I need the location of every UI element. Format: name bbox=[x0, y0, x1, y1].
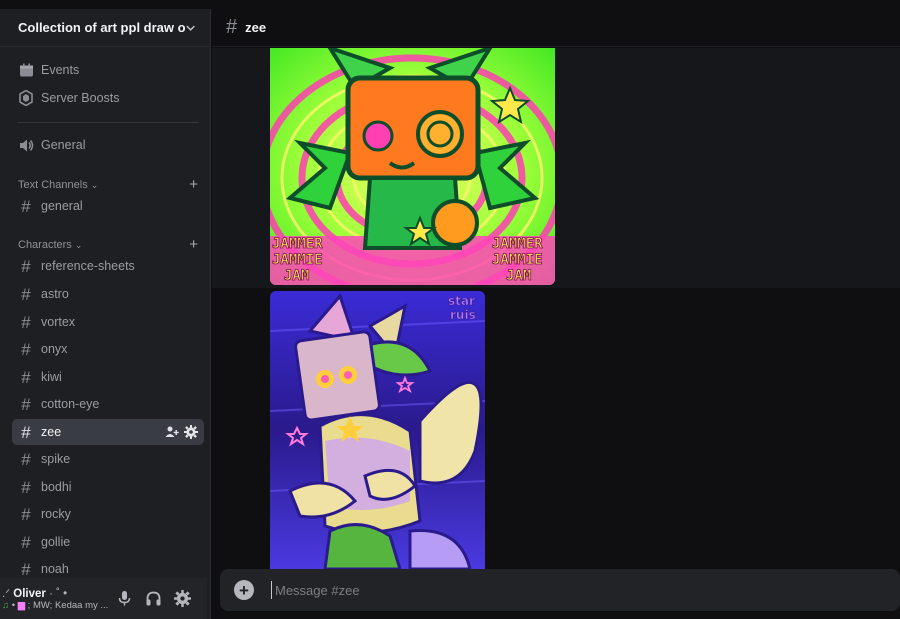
hashtag-icon: # bbox=[21, 449, 31, 469]
server-name: Collection of art ppl draw o... bbox=[18, 20, 185, 35]
hashtag-icon: # bbox=[21, 504, 31, 524]
category-label: Text Channels ⌄ bbox=[18, 178, 99, 191]
speaker-icon bbox=[18, 137, 34, 153]
channel-label: general bbox=[41, 199, 83, 213]
chevron-down-icon: ⌄ bbox=[74, 239, 83, 250]
cake-icon: ▆ bbox=[17, 600, 26, 611]
add-attachment-plus-icon[interactable]: + bbox=[234, 580, 254, 600]
channel-label: onyx bbox=[41, 342, 68, 356]
channel-label: vortex bbox=[41, 315, 76, 329]
message-composer: + bbox=[220, 569, 900, 611]
fursona-artwork-jammer: JAMMER JAMMIE JAM JAMMER JAMMIE JAM bbox=[270, 48, 555, 285]
channel-label: bodhi bbox=[41, 480, 72, 494]
chevron-down-icon: ⌄ bbox=[90, 179, 99, 190]
server-boosts-item[interactable]: Server Boosts bbox=[12, 85, 204, 111]
category-characters[interactable]: Characters ⌄ + bbox=[18, 236, 198, 253]
channel-reference-sheets[interactable]: # reference-sheets bbox=[12, 253, 204, 279]
discord-app: Collection of art ppl draw o... Events S… bbox=[0, 0, 900, 619]
channel-label: spike bbox=[41, 452, 71, 466]
microphone-icon[interactable] bbox=[116, 590, 133, 607]
hashtag-icon: # bbox=[226, 16, 238, 38]
gear-icon[interactable] bbox=[184, 425, 198, 439]
channel-actions bbox=[165, 425, 204, 439]
voice-channel-label: General bbox=[41, 138, 86, 152]
top-strip bbox=[0, 0, 900, 9]
channel-label: gollie bbox=[41, 535, 71, 549]
channel-header: # zee bbox=[212, 9, 900, 47]
art-text-left-2: JAMMIE bbox=[272, 252, 323, 268]
channel-general[interactable]: # general bbox=[12, 193, 204, 219]
channel-onyx[interactable]: # onyx bbox=[12, 336, 204, 362]
channel-label: cotton-eye bbox=[41, 397, 100, 411]
hashtag-icon: # bbox=[21, 394, 31, 414]
channel-vortex[interactable]: # vortex bbox=[12, 309, 204, 335]
art-signature-line1: star bbox=[448, 294, 475, 308]
hashtag-icon: # bbox=[21, 559, 31, 579]
art-text-right-1: JAMMER bbox=[492, 236, 543, 252]
channel-label: astro bbox=[41, 287, 69, 301]
user-status: ♫ • ▆ ; MW; Kedaa my ... bbox=[2, 600, 109, 611]
chevron-down-icon bbox=[186, 25, 195, 31]
user-controls bbox=[116, 590, 191, 607]
hashtag-icon: # bbox=[21, 256, 31, 276]
channel-cotton-eye[interactable]: # cotton-eye bbox=[12, 391, 204, 417]
boost-gem-icon bbox=[18, 90, 34, 106]
image-attachment-2[interactable]: star ruis bbox=[270, 291, 485, 569]
channel-kiwi[interactable]: # kiwi bbox=[12, 364, 204, 390]
fursona-artwork-zee: star ruis bbox=[270, 291, 485, 569]
user-info[interactable]: .ᐟ Oliver · ˚ • ♫ • ▆ ; MW; Kedaa my ... bbox=[0, 586, 110, 611]
hashtag-icon: # bbox=[21, 312, 31, 332]
channel-label: rocky bbox=[41, 507, 71, 521]
user-name: .ᐟ Oliver · ˚ • bbox=[2, 588, 68, 600]
events-label: Events bbox=[41, 63, 80, 77]
channel-zee[interactable]: # zee bbox=[12, 419, 204, 445]
hashtag-icon: # bbox=[21, 339, 31, 359]
invite-icon[interactable] bbox=[165, 425, 179, 439]
channel-label: reference-sheets bbox=[41, 259, 135, 273]
sidebar-divider bbox=[18, 122, 199, 123]
message-input[interactable] bbox=[271, 581, 900, 599]
category-label: Characters ⌄ bbox=[18, 238, 83, 251]
channel-label: kiwi bbox=[41, 370, 62, 384]
message-list[interactable]: JAMMER JAMMIE JAM JAMMER JAMMIE JAM star… bbox=[212, 48, 900, 569]
art-text-left-1: JAMMER bbox=[272, 236, 323, 252]
voice-channel-general[interactable]: General bbox=[12, 132, 204, 158]
hashtag-icon: # bbox=[21, 196, 31, 216]
channel-label: noah bbox=[41, 562, 69, 576]
channel-bodhi[interactable]: # bodhi bbox=[12, 474, 204, 500]
category-text-channels[interactable]: Text Channels ⌄ + bbox=[18, 176, 198, 193]
channel-rocky[interactable]: # rocky bbox=[12, 501, 204, 527]
hashtag-icon: # bbox=[21, 367, 31, 387]
user-panel: .ᐟ Oliver · ˚ • ♫ • ▆ ; MW; Kedaa my ... bbox=[0, 578, 207, 619]
image-attachment-1[interactable]: JAMMER JAMMIE JAM JAMMER JAMMIE JAM bbox=[270, 48, 555, 285]
art-text-right-3: JAM bbox=[506, 268, 531, 284]
channel-sidebar: Collection of art ppl draw o... Events S… bbox=[0, 9, 211, 619]
hashtag-icon: # bbox=[21, 284, 31, 304]
server-header[interactable]: Collection of art ppl draw o... bbox=[0, 9, 210, 47]
channel-title: zee bbox=[245, 20, 267, 35]
channel-spike[interactable]: # spike bbox=[12, 446, 204, 472]
art-text-right-2: JAMMIE bbox=[492, 252, 543, 268]
events-item[interactable]: Events bbox=[12, 57, 204, 83]
channel-label: zee bbox=[41, 425, 62, 439]
channel-astro[interactable]: # astro bbox=[12, 281, 204, 307]
hashtag-icon: # bbox=[21, 477, 31, 497]
server-boosts-label: Server Boosts bbox=[41, 91, 120, 105]
art-signature-line2: ruis bbox=[450, 308, 476, 322]
channel-gollie[interactable]: # gollie bbox=[12, 529, 204, 555]
hashtag-icon: # bbox=[21, 422, 31, 442]
add-channel-icon[interactable]: + bbox=[189, 176, 198, 193]
user-settings-gear-icon[interactable] bbox=[174, 590, 191, 607]
headphones-icon[interactable] bbox=[145, 590, 162, 607]
calendar-icon bbox=[18, 62, 34, 78]
add-channel-icon[interactable]: + bbox=[189, 236, 198, 253]
hashtag-icon: # bbox=[21, 532, 31, 552]
art-text-left-3: JAM bbox=[284, 268, 309, 284]
chat-main: # zee JAMMER JAMMIE JAM JAMMER JAMMIE JA… bbox=[212, 9, 900, 619]
